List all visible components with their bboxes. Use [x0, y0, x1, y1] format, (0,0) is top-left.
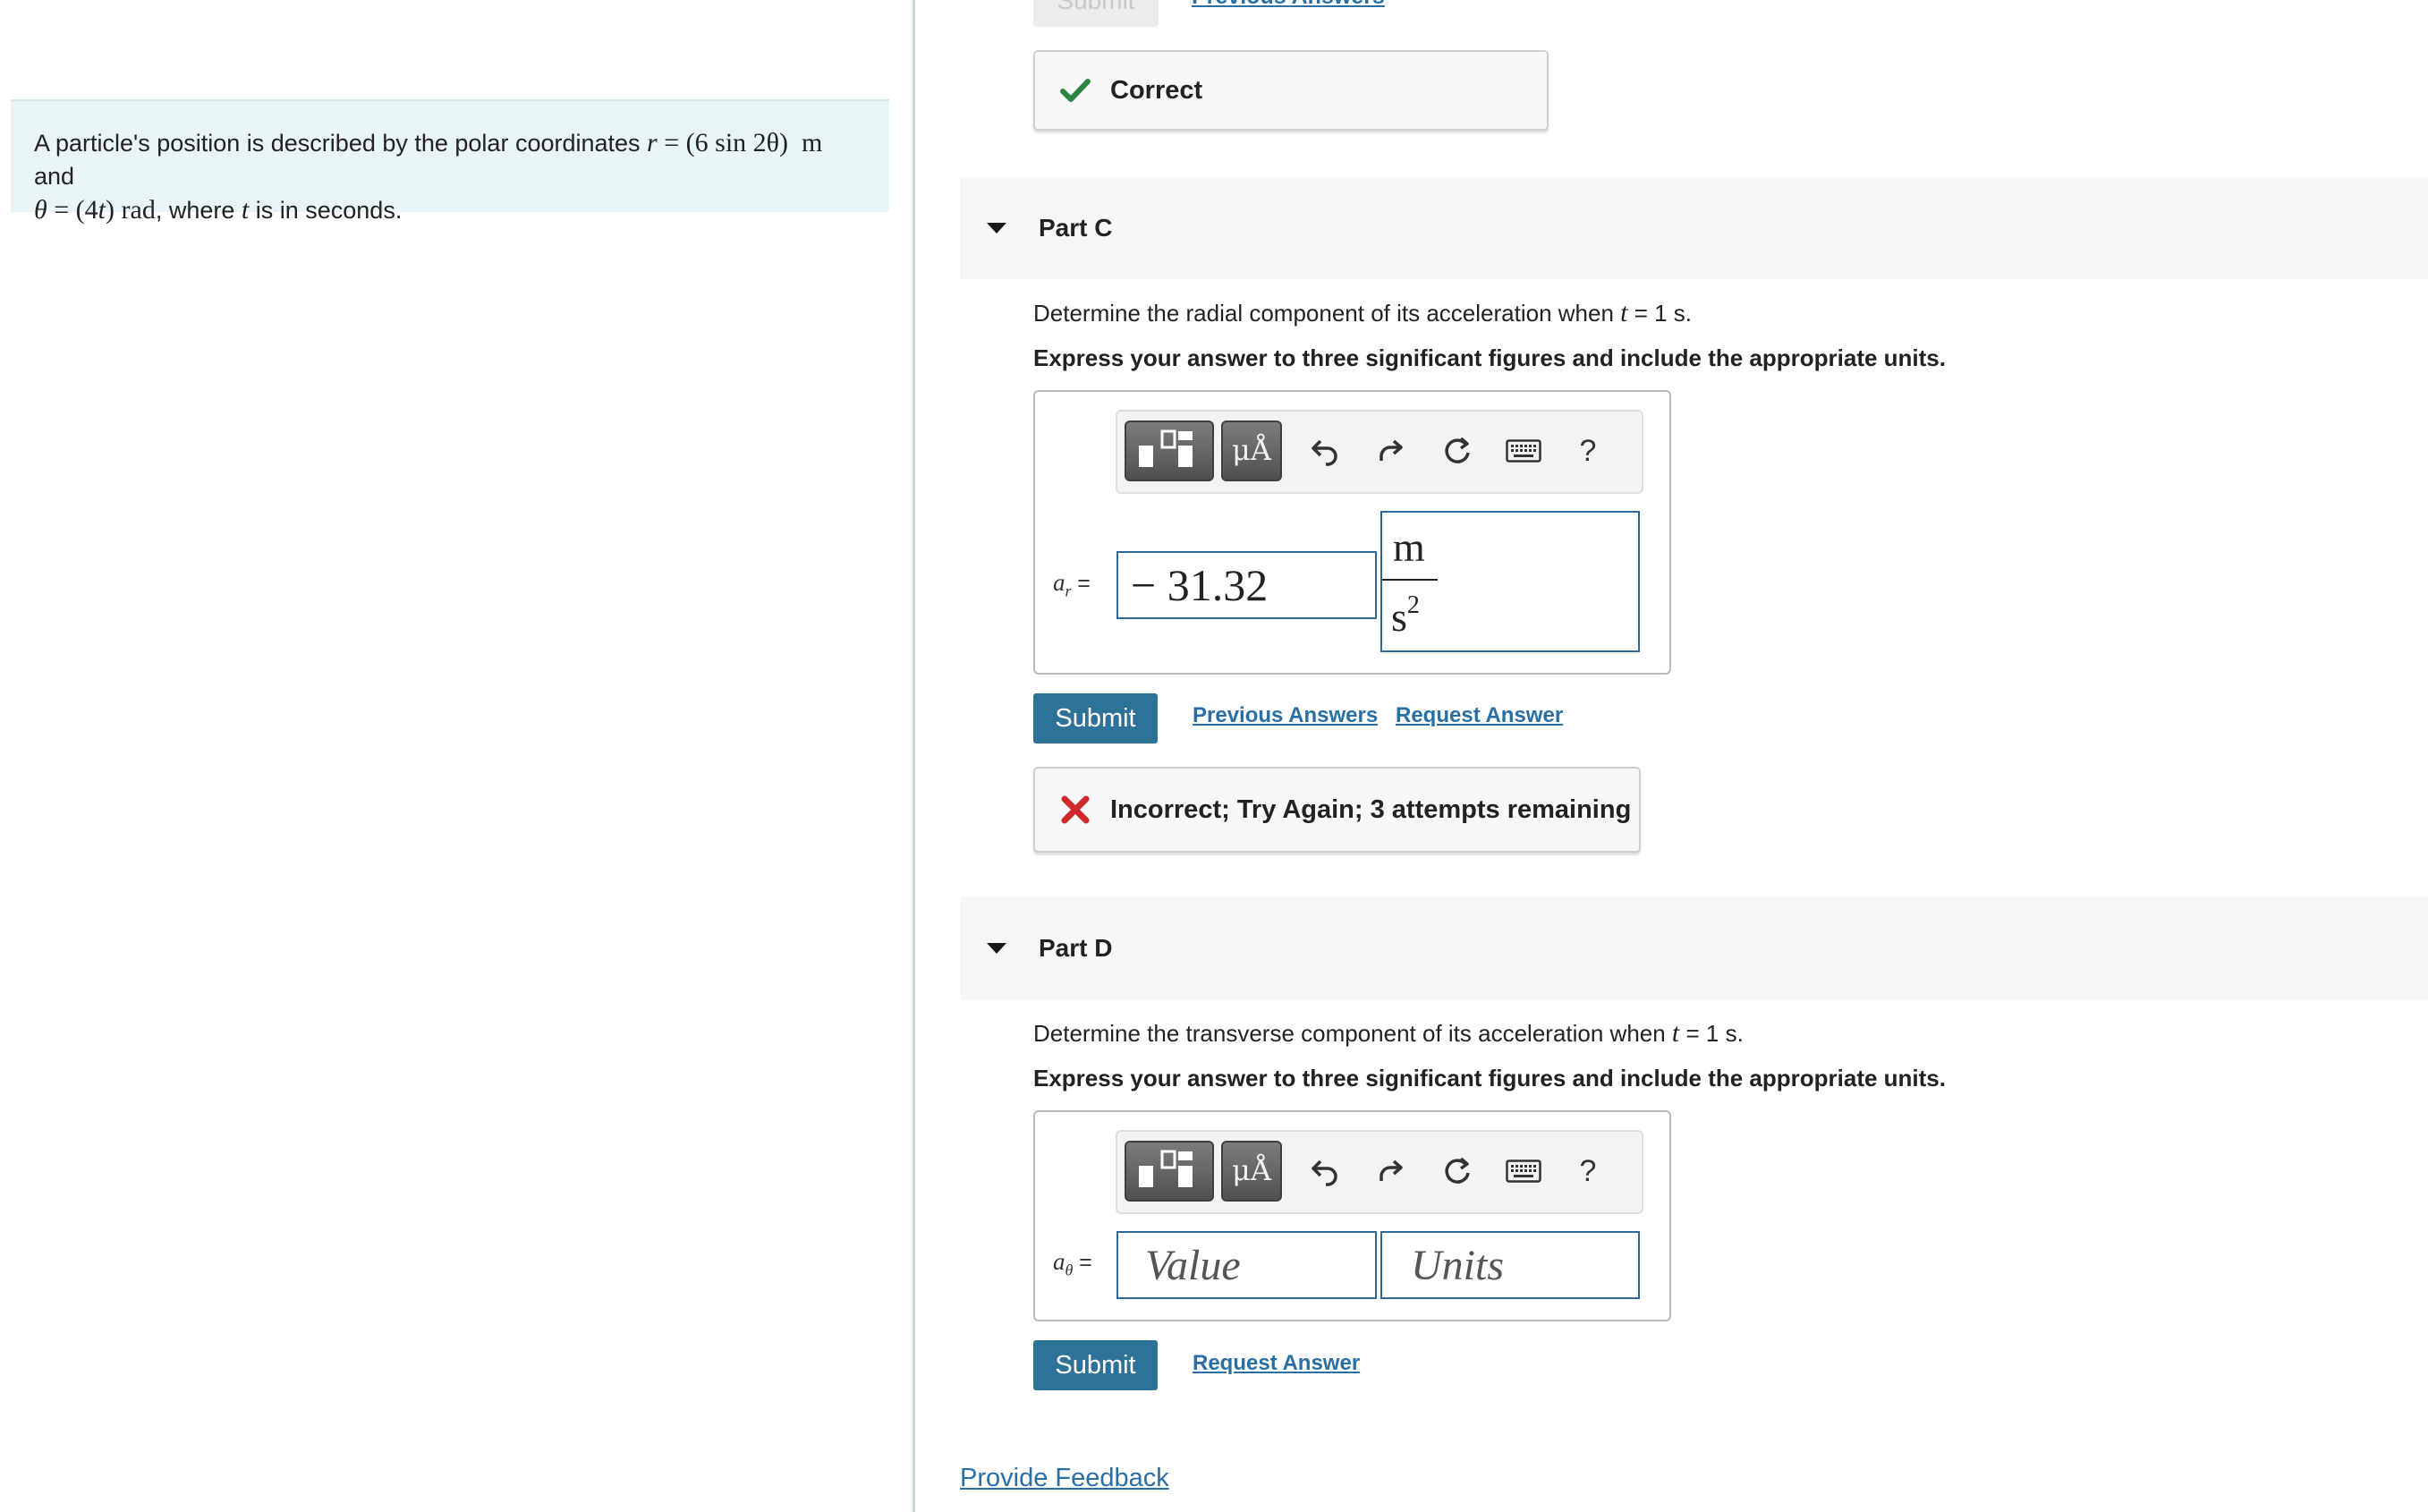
part-d-title: Part D [1039, 934, 1113, 962]
part-c-question: Determine the radial component of its ac… [1033, 298, 1692, 328]
t-variable: t [1671, 1018, 1680, 1048]
templates-button[interactable] [1125, 420, 1214, 481]
templates-button[interactable] [1125, 1141, 1214, 1202]
and-text: and [34, 163, 75, 190]
units-input[interactable]: m s2 [1380, 511, 1640, 652]
part-c-previous-answers-link[interactable]: Previous Answers [1193, 703, 1378, 728]
redo-icon[interactable] [1370, 1148, 1413, 1194]
variable-subscript: r [1065, 582, 1072, 600]
provide-feedback-link[interactable]: Provide Feedback [960, 1464, 1169, 1493]
part-d-request-answer-link[interactable]: Request Answer [1193, 1351, 1360, 1376]
theta-unit: rad [121, 195, 156, 225]
math-toolbar: μÅ ? [1116, 410, 1643, 494]
part-c-instructions: Express your answer to three significant… [1033, 344, 1946, 371]
part-c-answer-panel: μÅ ? ar = − 31.32 m s2 [1033, 390, 1671, 675]
part-d-question: Determine the transverse component of it… [1033, 1018, 1744, 1049]
units-button[interactable]: μÅ [1221, 1141, 1282, 1202]
feedback-label: Incorrect; Try Again; 3 attempts remaini… [1110, 794, 1632, 824]
undo-icon[interactable] [1303, 1148, 1346, 1194]
caret-down-icon[interactable] [987, 943, 1006, 954]
help-icon[interactable]: ? [1566, 1148, 1609, 1194]
undo-icon[interactable] [1303, 428, 1346, 474]
question-text-end: = 1 s. [1627, 300, 1693, 327]
templates-icon [1139, 1150, 1193, 1187]
math-toolbar: μÅ ? [1116, 1130, 1643, 1214]
variable-subscript: θ [1065, 1261, 1074, 1279]
equals-sign: = [1079, 1250, 1092, 1275]
equals-sign: = [657, 128, 686, 157]
problem-statement: A particle's position is described by th… [11, 99, 889, 225]
problem-text-after: , where [155, 197, 242, 224]
redo-icon[interactable] [1370, 428, 1413, 474]
part-c-header[interactable]: Part C [960, 177, 2428, 279]
part-d-answer-panel: μÅ ? aθ = Value Units [1033, 1110, 1671, 1321]
part-d-header[interactable]: Part D [960, 897, 2428, 999]
problem-text-end: is in seconds. [249, 197, 403, 224]
unit-denominator: s2 [1391, 591, 1420, 641]
pane-divider[interactable] [913, 0, 915, 1512]
part-c-feedback-incorrect: Incorrect; Try Again; 3 attempts remaini… [1033, 767, 1641, 853]
part-b-submit-button[interactable]: Submit [1033, 0, 1159, 27]
reset-icon[interactable] [1436, 1148, 1479, 1194]
equals-sign: = [47, 195, 76, 225]
question-text-end: = 1 s. [1679, 1020, 1744, 1047]
theta-expression-open: (4 [75, 195, 98, 225]
templates-icon [1139, 429, 1193, 467]
help-icon[interactable]: ? [1566, 428, 1609, 474]
variable-symbol: a [1053, 1248, 1065, 1275]
question-text: Determine the transverse component of it… [1033, 1020, 1672, 1047]
reset-icon[interactable] [1436, 428, 1479, 474]
part-d-submit-button[interactable]: Submit [1033, 1340, 1158, 1390]
theta-expression-close: ) [106, 195, 115, 225]
fraction-bar [1382, 579, 1438, 581]
theta-variable: θ [34, 195, 47, 225]
part-d-instructions: Express your answer to three significant… [1033, 1065, 1946, 1092]
t-variable: t [98, 195, 106, 225]
checkmark-icon [1060, 79, 1091, 102]
part-c-submit-button[interactable]: Submit [1033, 693, 1158, 743]
value-input[interactable]: Value [1116, 1231, 1377, 1299]
variable-label: ar = [1053, 569, 1091, 600]
x-icon [1061, 795, 1090, 824]
variable-symbol: a [1053, 569, 1065, 596]
variable-label: aθ = [1053, 1248, 1092, 1279]
part-c-request-answer-link[interactable]: Request Answer [1396, 703, 1563, 728]
equals-sign: = [1077, 571, 1091, 596]
units-placeholder: Units [1411, 1241, 1505, 1289]
problem-text-before: A particle's position is described by th… [34, 130, 648, 157]
r-expression: (6 sin 2θ) [685, 128, 789, 157]
keyboard-icon[interactable] [1502, 428, 1545, 474]
r-variable: r [647, 128, 658, 157]
keyboard-icon[interactable] [1502, 1148, 1545, 1194]
value-placeholder: Value [1145, 1241, 1241, 1289]
value-input[interactable]: − 31.32 [1116, 551, 1377, 619]
part-b-previous-answers-link[interactable]: Previous Answers [1192, 0, 1385, 9]
units-button[interactable]: μÅ [1221, 420, 1282, 481]
units-input[interactable]: Units [1380, 1231, 1640, 1299]
unit-numerator: m [1393, 524, 1425, 570]
t-variable: t [241, 195, 250, 225]
unit-denominator-base: s [1391, 594, 1407, 640]
part-b-feedback-correct: Correct [1033, 50, 1549, 131]
value-text: − 31.32 [1131, 560, 1269, 610]
unit-exponent: 2 [1406, 591, 1420, 619]
caret-down-icon[interactable] [987, 223, 1006, 234]
r-unit: m [802, 128, 823, 157]
part-c-title: Part C [1039, 214, 1113, 242]
feedback-label: Correct [1110, 75, 1203, 105]
question-text: Determine the radial component of its ac… [1033, 300, 1621, 327]
